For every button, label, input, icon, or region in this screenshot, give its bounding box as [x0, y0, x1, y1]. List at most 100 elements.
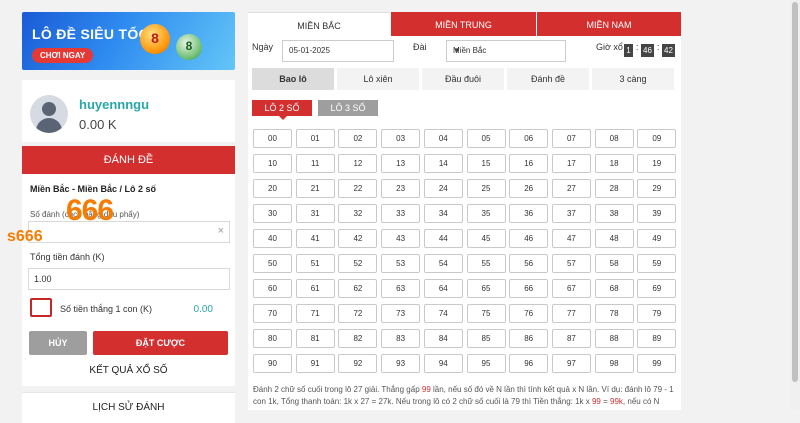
number-cell[interactable]: 52 — [338, 254, 378, 273]
bet-history-link[interactable]: LỊCH SỬ ĐÁNH — [22, 392, 235, 423]
number-cell[interactable]: 54 — [423, 254, 463, 273]
number-cell[interactable]: 38 — [594, 204, 634, 223]
number-cell[interactable]: 89 — [637, 329, 677, 348]
number-cell[interactable]: 95 — [466, 354, 506, 373]
number-cell[interactable]: 83 — [381, 329, 421, 348]
promo-banner[interactable]: LÔ ĐỀ SIÊU TỐC CHƠI NGAY 8 8 — [22, 12, 235, 70]
number-cell[interactable]: 08 — [594, 129, 634, 148]
number-cell[interactable]: 26 — [509, 179, 549, 198]
number-cell[interactable]: 96 — [509, 354, 549, 373]
number-cell[interactable]: 25 — [466, 179, 506, 198]
number-cell[interactable]: 76 — [509, 304, 549, 323]
tab-3-cang[interactable]: 3 càng — [592, 68, 674, 90]
number-cell[interactable]: 04 — [423, 129, 463, 148]
number-cell[interactable]: 06 — [509, 129, 549, 148]
number-cell[interactable]: 35 — [466, 204, 506, 223]
number-cell[interactable]: 34 — [423, 204, 463, 223]
number-cell[interactable]: 05 — [466, 129, 506, 148]
number-cell[interactable]: 81 — [295, 329, 335, 348]
number-cell[interactable]: 29 — [637, 179, 677, 198]
number-cell[interactable]: 19 — [637, 154, 677, 173]
number-cell[interactable]: 55 — [466, 254, 506, 273]
number-cell[interactable]: 79 — [637, 304, 677, 323]
number-cell[interactable]: 00 — [253, 129, 292, 148]
number-cell[interactable]: 43 — [381, 229, 421, 248]
number-cell[interactable]: 85 — [466, 329, 506, 348]
number-cell[interactable]: 64 — [423, 279, 463, 298]
lo-3-so-button[interactable]: LÔ 3 SỐ — [318, 100, 378, 116]
number-cell[interactable]: 40 — [253, 229, 292, 248]
number-cell[interactable]: 63 — [381, 279, 421, 298]
number-cell[interactable]: 59 — [637, 254, 677, 273]
number-cell[interactable]: 69 — [637, 279, 677, 298]
number-cell[interactable]: 36 — [509, 204, 549, 223]
number-cell[interactable]: 39 — [637, 204, 677, 223]
number-cell[interactable]: 22 — [338, 179, 378, 198]
number-cell[interactable]: 88 — [594, 329, 634, 348]
tab-mien-nam[interactable]: MIỀN NAM — [537, 12, 681, 36]
number-cell[interactable]: 37 — [551, 204, 591, 223]
number-cell[interactable]: 15 — [466, 154, 506, 173]
lottery-results-link[interactable]: KẾT QUẢ XỔ SỐ — [22, 356, 235, 386]
scrollbar[interactable] — [790, 0, 800, 410]
cancel-button[interactable]: HỦY — [29, 331, 87, 355]
number-cell[interactable]: 09 — [637, 129, 677, 148]
number-cell[interactable]: 18 — [594, 154, 634, 173]
number-cell[interactable]: 51 — [295, 254, 335, 273]
tab-bao-lo[interactable]: Bao lô — [252, 68, 334, 90]
number-cell[interactable]: 33 — [381, 204, 421, 223]
number-cell[interactable]: 16 — [509, 154, 549, 173]
number-cell[interactable]: 94 — [423, 354, 463, 373]
number-cell[interactable]: 65 — [466, 279, 506, 298]
number-cell[interactable]: 03 — [381, 129, 421, 148]
number-cell[interactable]: 31 — [295, 204, 335, 223]
tab-danh-de[interactable]: Đánh đề — [507, 68, 589, 90]
tab-mien-trung[interactable]: MIỀN TRUNG — [391, 12, 536, 36]
number-cell[interactable]: 74 — [423, 304, 463, 323]
number-cell[interactable]: 98 — [594, 354, 634, 373]
tab-lo-xien[interactable]: Lô xiên — [337, 68, 419, 90]
number-cell[interactable]: 45 — [466, 229, 506, 248]
number-cell[interactable]: 67 — [551, 279, 591, 298]
number-cell[interactable]: 44 — [423, 229, 463, 248]
number-cell[interactable]: 17 — [551, 154, 591, 173]
total-amount-input[interactable]: 1.00 — [28, 268, 230, 290]
number-cell[interactable]: 07 — [551, 129, 591, 148]
tab-mien-bac[interactable]: MIỀN BẮC — [248, 12, 390, 37]
scrollbar-thumb[interactable] — [792, 2, 798, 382]
number-cell[interactable]: 97 — [551, 354, 591, 373]
number-cell[interactable]: 24 — [423, 179, 463, 198]
number-cell[interactable]: 91 — [295, 354, 335, 373]
number-cell[interactable]: 20 — [253, 179, 292, 198]
number-cell[interactable]: 49 — [637, 229, 677, 248]
number-cell[interactable]: 71 — [295, 304, 335, 323]
number-cell[interactable]: 47 — [551, 229, 591, 248]
number-cell[interactable]: 30 — [253, 204, 292, 223]
number-cell[interactable]: 21 — [295, 179, 335, 198]
banner-play-button[interactable]: CHƠI NGAY — [32, 48, 94, 63]
number-cell[interactable]: 93 — [381, 354, 421, 373]
number-cell[interactable]: 14 — [423, 154, 463, 173]
number-cell[interactable]: 46 — [509, 229, 549, 248]
number-cell[interactable]: 80 — [253, 329, 292, 348]
number-cell[interactable]: 72 — [338, 304, 378, 323]
number-cell[interactable]: 57 — [551, 254, 591, 273]
tab-dau-duoi[interactable]: Đầu đuôi — [422, 68, 504, 90]
number-cell[interactable]: 66 — [509, 279, 549, 298]
lo-2-so-button[interactable]: LÔ 2 SỐ — [252, 100, 312, 120]
number-cell[interactable]: 28 — [594, 179, 634, 198]
number-cell[interactable]: 68 — [594, 279, 634, 298]
number-cell[interactable]: 50 — [253, 254, 292, 273]
number-cell[interactable]: 27 — [551, 179, 591, 198]
number-cell[interactable]: 32 — [338, 204, 378, 223]
number-cell[interactable]: 73 — [381, 304, 421, 323]
number-cell[interactable]: 02 — [338, 129, 378, 148]
date-input[interactable]: 05-01-2025 — [282, 40, 394, 62]
number-cell[interactable]: 41 — [295, 229, 335, 248]
number-cell[interactable]: 58 — [594, 254, 634, 273]
number-cell[interactable]: 77 — [551, 304, 591, 323]
number-cell[interactable]: 75 — [466, 304, 506, 323]
number-cell[interactable]: 13 — [381, 154, 421, 173]
clear-icon[interactable]: × — [218, 225, 224, 237]
number-cell[interactable]: 61 — [295, 279, 335, 298]
